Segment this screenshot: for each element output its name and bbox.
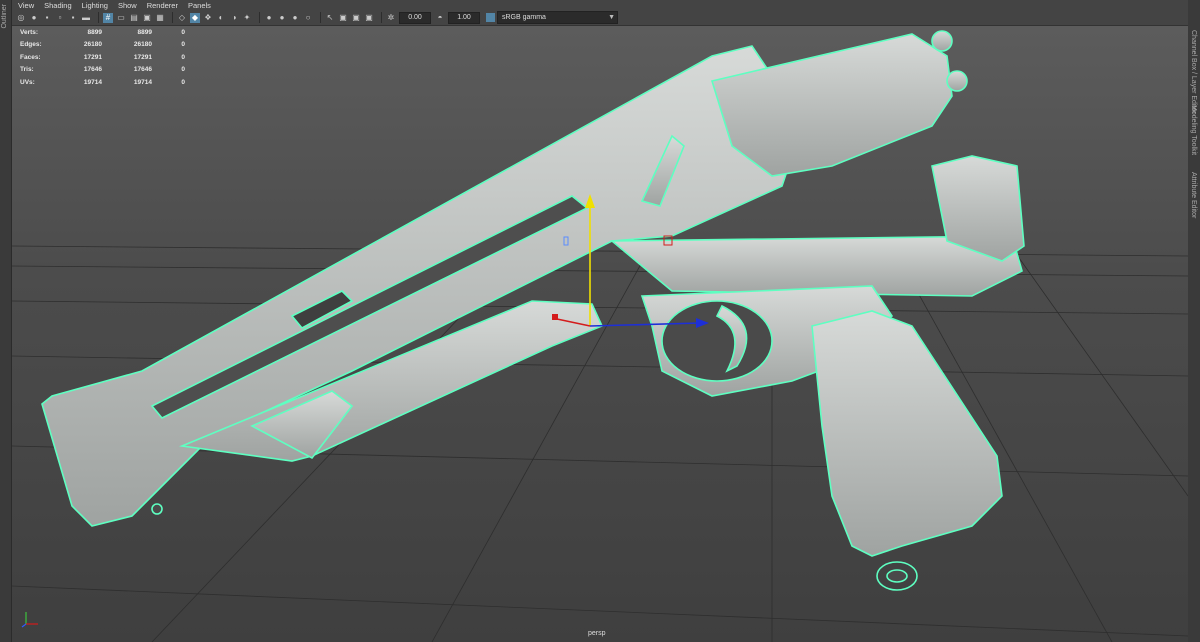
hud-row-faces: Faces: 17291 17291 0 <box>20 53 185 61</box>
camera-select-icon[interactable]: ◎ <box>16 13 26 23</box>
flat-shade-icon[interactable]: ◐ <box>216 13 226 23</box>
hud-row-uvs: UVs: 19714 19714 0 <box>20 78 185 86</box>
panel-toolbar: ◎ ● ▪ ▫ ▪ ▬ # ▭ ▤ ▣ ▦ ◇ ◆ ❖ ◐ ◑ ✦ ● ● ● … <box>12 10 1188 26</box>
camera-name-label: persp <box>588 630 606 637</box>
viewport-scene <box>12 30 1188 642</box>
hud-row-tris: Tris: 17646 17646 0 <box>20 66 185 74</box>
toolbar-separator <box>259 12 260 23</box>
hud-row-edges: Edges: 26180 26180 0 <box>20 41 185 49</box>
smooth-shade-icon[interactable]: ◆ <box>190 12 200 23</box>
exposure-icon[interactable]: ✲ <box>386 13 396 23</box>
resolution-gate-icon[interactable]: ▭ <box>116 13 126 23</box>
attribute-editor-tab[interactable]: Attribute Editor <box>1190 172 1197 218</box>
image-plane-icon[interactable]: ▫ <box>55 13 65 23</box>
menu-renderer[interactable]: Renderer <box>147 1 178 10</box>
film-gate-icon[interactable]: ▬ <box>81 13 91 23</box>
color-space-dropdown[interactable]: sRGB gamma ▼ <box>497 11 618 24</box>
motion-blur-icon[interactable]: ● <box>290 13 300 23</box>
safe-action-icon[interactable]: ▦ <box>155 13 165 23</box>
gamma-icon[interactable]: ◓ <box>435 13 445 23</box>
pistol-mesh <box>41 30 1025 591</box>
grid-toggle-icon[interactable]: # <box>103 12 113 23</box>
wireframe-icon[interactable]: ◇ <box>177 13 187 23</box>
menu-panels[interactable]: Panels <box>188 1 211 10</box>
menu-lighting[interactable]: Lighting <box>82 1 108 10</box>
shaded-wireframe-icon[interactable]: ❖ <box>203 13 213 23</box>
channel-box-tab[interactable]: Channel Box / Layer Editor <box>1190 30 1197 114</box>
outliner-strip[interactable]: Outliner <box>0 0 12 642</box>
color-space-value: sRGB gamma <box>502 14 546 21</box>
field-chart-icon[interactable]: ▣ <box>142 13 152 23</box>
isolate-select-icon[interactable]: ▣ <box>364 13 374 23</box>
3d-viewport[interactable] <box>12 26 1188 642</box>
anti-alias-icon[interactable]: ○ <box>303 13 313 23</box>
outliner-label: Outliner <box>1 4 8 29</box>
menu-shading[interactable]: Shading <box>44 1 72 10</box>
menu-view[interactable]: View <box>18 1 34 10</box>
xray-joints-icon[interactable]: ▣ <box>351 13 361 23</box>
camera-attributes-icon[interactable]: ● <box>29 13 39 23</box>
bounding-box-icon[interactable]: ◑ <box>229 13 239 23</box>
toolbar-separator <box>381 12 382 23</box>
poly-count-hud: Verts: 8899 8899 0 Edges: 26180 26180 0 … <box>20 26 185 89</box>
xray-icon[interactable]: ↖ <box>325 13 335 23</box>
maya-viewport-window: Outliner Channel Box / Layer Editor Mode… <box>0 0 1200 642</box>
modeling-toolkit-tab[interactable]: Modeling Toolkit <box>1190 105 1197 155</box>
xray-active-icon[interactable]: ▣ <box>338 13 348 23</box>
toolbar-separator <box>320 12 321 23</box>
toolbar-separator <box>172 12 173 23</box>
color-management-toggle[interactable] <box>486 13 495 22</box>
chevron-down-icon: ▼ <box>608 14 615 21</box>
gate-mask-icon[interactable]: ▤ <box>129 13 139 23</box>
ambient-occlusion-icon[interactable]: ● <box>277 13 287 23</box>
exposure-field[interactable]: 0.00 <box>399 11 431 24</box>
panel-menubar: View Shading Lighting Show Renderer Pane… <box>12 0 1188 10</box>
grid-icon[interactable]: ▪ <box>68 13 78 23</box>
gamma-field[interactable]: 1.00 <box>448 11 480 24</box>
bookmark-icon[interactable]: ▪ <box>42 13 52 23</box>
view-axis-indicator-icon <box>21 612 38 628</box>
menu-show[interactable]: Show <box>118 1 137 10</box>
hud-row-verts: Verts: 8899 8899 0 <box>20 28 185 36</box>
shadows-icon[interactable]: ● <box>264 13 274 23</box>
right-side-panel-strip[interactable]: Channel Box / Layer Editor Modeling Tool… <box>1187 0 1200 642</box>
use-lights-icon[interactable]: ✦ <box>242 13 252 23</box>
toolbar-separator <box>98 12 99 23</box>
